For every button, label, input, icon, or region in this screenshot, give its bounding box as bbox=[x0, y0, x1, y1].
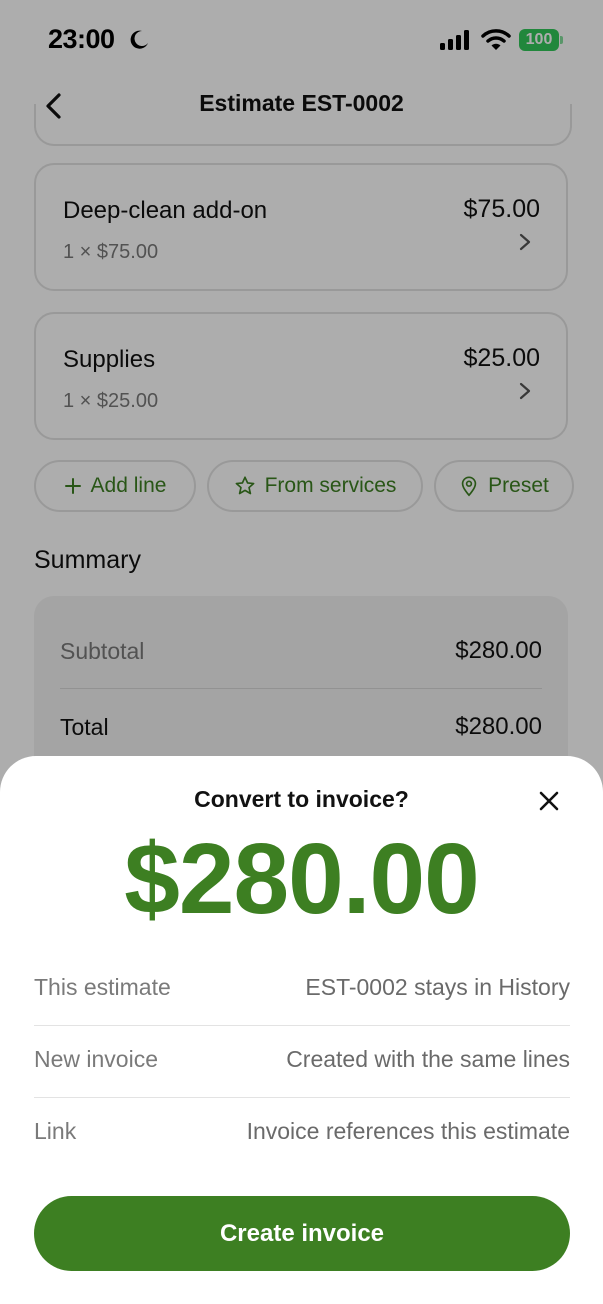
convert-invoice-sheet: Convert to invoice? $280.00 This estimat… bbox=[0, 756, 603, 1304]
sheet-title: Convert to invoice? bbox=[194, 786, 409, 812]
detail-value: Created with the same lines bbox=[286, 1046, 570, 1072]
detail-value: Invoice references this estimate bbox=[246, 1118, 570, 1144]
detail-label: Link bbox=[34, 1118, 77, 1144]
detail-row-this-estimate: This estimate EST-0002 stays in History bbox=[34, 954, 570, 1026]
close-icon[interactable] bbox=[536, 788, 562, 814]
detail-value: EST-0002 stays in History bbox=[305, 974, 570, 1000]
detail-label: New invoice bbox=[34, 1046, 158, 1072]
detail-row-new-invoice: New invoice Created with the same lines bbox=[34, 1026, 570, 1098]
invoice-amount: $280.00 bbox=[124, 823, 479, 935]
detail-label: This estimate bbox=[34, 974, 171, 1000]
create-invoice-button[interactable]: Create invoice bbox=[34, 1196, 570, 1271]
detail-row-link: Link Invoice references this estimate bbox=[34, 1098, 570, 1170]
